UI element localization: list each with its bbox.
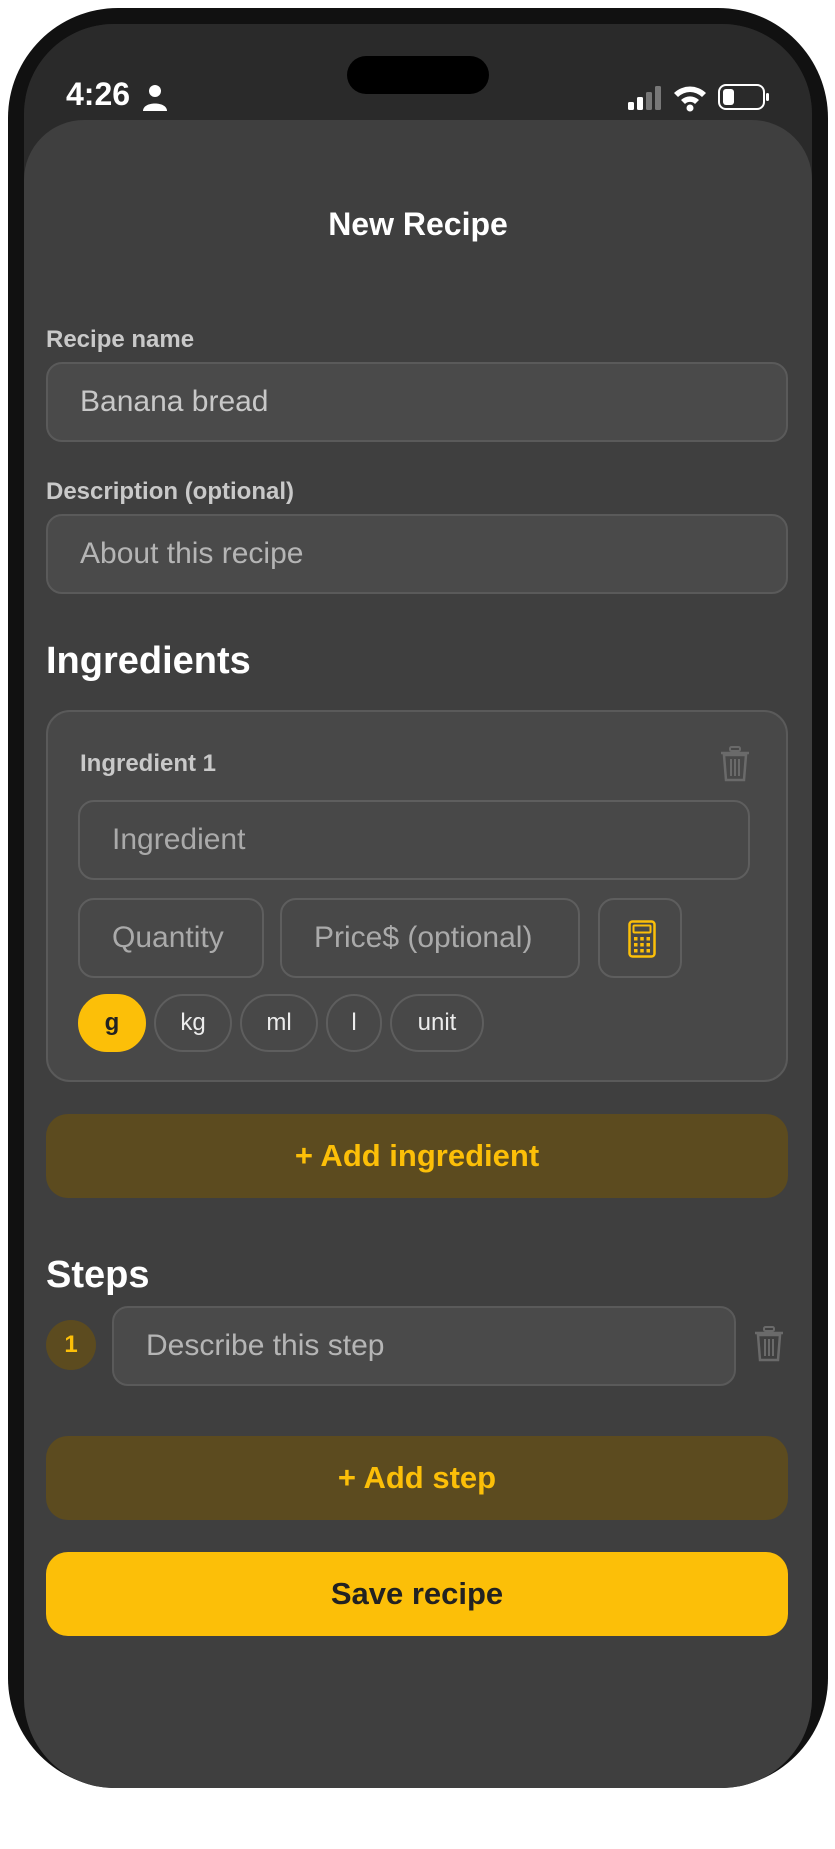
step-description-input[interactable]: Describe this step	[112, 1306, 736, 1386]
ingredient-card: Ingredient 1 Ingredient Quantity Price$ …	[46, 710, 788, 1082]
unit-chip-g[interactable]: g	[78, 994, 146, 1052]
delete-ingredient-icon[interactable]	[720, 746, 750, 782]
recipe-name-label: Recipe name	[46, 326, 195, 353]
description-input[interactable]: About this recipe	[46, 514, 788, 594]
status-time: 4:26	[66, 76, 131, 112]
add-step-button[interactable]: + Add step	[46, 1436, 788, 1520]
step-number-badge: 1	[46, 1320, 96, 1370]
unit-chip-ml[interactable]: ml	[240, 994, 318, 1052]
sheet-title: New Recipe	[328, 206, 508, 242]
dynamic-island	[347, 56, 489, 94]
new-recipe-sheet: New Recipe Recipe name Banana bread Desc…	[24, 120, 812, 1788]
wifi-icon	[674, 86, 706, 112]
add-ingredient-button[interactable]: + Add ingredient	[46, 1114, 788, 1198]
person-icon	[143, 85, 167, 111]
delete-step-icon[interactable]	[754, 1326, 784, 1362]
ingredient-card-label: Ingredient 1	[80, 750, 217, 777]
recipe-name-input[interactable]: Banana bread	[46, 362, 788, 442]
phone-screen: 4:26 New Recipe Recipe name Banana bread…	[24, 24, 812, 1788]
calculator-button[interactable]	[598, 898, 682, 978]
description-label: Description (optional)	[46, 478, 294, 505]
ingredient-name-input[interactable]: Ingredient	[78, 800, 750, 880]
unit-chip-kg[interactable]: kg	[154, 994, 232, 1052]
steps-heading: Steps	[46, 1254, 150, 1296]
save-recipe-button[interactable]: Save recipe	[46, 1552, 788, 1636]
calculator-icon	[628, 920, 656, 958]
quantity-input[interactable]: Quantity	[78, 898, 264, 978]
status-icons	[628, 82, 788, 112]
unit-chip-unit[interactable]: unit	[390, 994, 484, 1052]
unit-chip-l[interactable]: l	[326, 994, 382, 1052]
price-input[interactable]: Price$ (optional)	[280, 898, 580, 978]
signal-icon	[628, 86, 661, 110]
ingredients-heading: Ingredients	[46, 640, 251, 682]
battery-icon	[718, 84, 769, 110]
